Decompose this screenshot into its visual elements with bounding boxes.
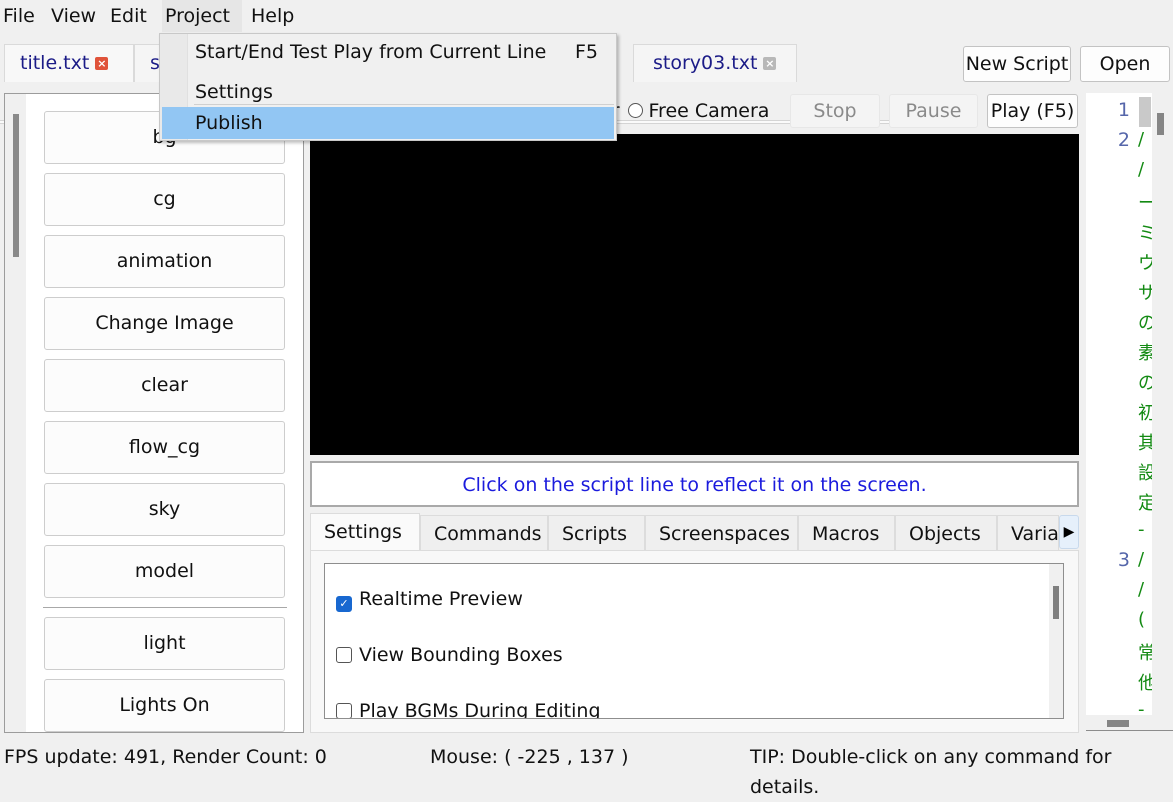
close-icon[interactable]: × (763, 57, 777, 70)
checkbox-icon[interactable] (336, 703, 352, 718)
play-button[interactable]: Play (F5) (987, 94, 1078, 128)
command-group-divider (43, 607, 287, 608)
code-char: 其 (1138, 433, 1152, 454)
tab-scroll-right-button[interactable]: ▶ (1059, 515, 1079, 549)
free-camera-radio[interactable]: Free Camera (627, 100, 770, 122)
line-number: 1 (1117, 99, 1130, 121)
command-palette-panel: bg cg animation Change Image clear flow_… (4, 93, 304, 733)
menu-item-settings[interactable]: Settings (162, 76, 614, 108)
option-label: Realtime Preview (359, 588, 523, 610)
line-number: 3 (1117, 549, 1130, 571)
command-button-flow-cg[interactable]: flow_cg (44, 421, 285, 474)
code-char: / (1138, 549, 1145, 570)
settings-options-list: ✓ Realtime Preview View Bounding Boxes Pl… (324, 563, 1064, 719)
tab-label: story03.txt (653, 52, 758, 74)
new-script-button[interactable]: New Script (963, 46, 1071, 82)
status-bar: FPS update: 491, Render Count: 0 Mouse: … (0, 742, 1173, 798)
code-char: ( (1138, 609, 1146, 630)
code-char: / (1138, 159, 1145, 180)
script-editor-pane[interactable]: 1 2 3 / / ー ミ ウ サ の 素 の 初 其 設 定 - / / ( … (1086, 93, 1173, 733)
command-button-lights-on[interactable]: Lights On (44, 679, 285, 732)
bottom-tab-bar: Settings Commands Scripts Screenspaces M… (310, 513, 1079, 551)
menu-item-test-play[interactable]: Start/End Test Play from Current Line F5 (162, 36, 614, 68)
fps-status: FPS update: 491, Render Count: 0 (4, 746, 327, 768)
code-char: ミ (1138, 223, 1152, 244)
option-label: View Bounding Boxes (359, 644, 563, 666)
command-button-animation[interactable]: animation (44, 235, 285, 288)
script-text-area[interactable]: 1 2 3 / / ー ミ ウ サ の 素 の 初 其 設 定 - / / ( … (1086, 93, 1152, 715)
triangle-right-icon: ▶ (1063, 524, 1075, 540)
menu-bar: File View Edit Project Help (0, 0, 1173, 32)
checkbox-icon[interactable] (336, 647, 352, 663)
camera-mode-options: erFree Camera (600, 94, 769, 128)
menu-view[interactable]: View (48, 0, 99, 32)
command-button-model[interactable]: model (44, 545, 285, 598)
realtime-preview-option[interactable]: ✓ Realtime Preview (336, 586, 523, 612)
tab-title-txt[interactable]: title.txt × (4, 44, 134, 82)
project-dropdown-menu: Start/End Test Play from Current Line F5… (159, 33, 617, 141)
tab-settings[interactable]: Settings (310, 513, 420, 551)
pause-button[interactable]: Pause (889, 94, 978, 128)
option-label: Play BGMs During Editing (359, 700, 601, 719)
code-char: 素 (1138, 343, 1152, 364)
code-char: 他 (1138, 673, 1152, 694)
scene-preview-canvas[interactable] (310, 134, 1079, 455)
scrollbar-thumb[interactable] (1053, 586, 1059, 619)
command-button-light[interactable]: light (44, 617, 285, 670)
shortcut-label: F5 (574, 41, 598, 63)
code-char: ー (1138, 193, 1152, 214)
code-char: 常 (1138, 643, 1152, 664)
menu-help[interactable]: Help (248, 0, 297, 32)
command-button-sky[interactable]: sky (44, 483, 285, 536)
tab-objects[interactable]: Objects (895, 515, 997, 551)
tab-macros[interactable]: Macros (798, 515, 895, 551)
pane-border (1086, 730, 1173, 731)
line-number: 2 (1117, 129, 1130, 151)
tab-label: title.txt (20, 52, 90, 74)
command-button-clear[interactable]: clear (44, 359, 285, 412)
vertical-scrollbar[interactable] (1049, 564, 1063, 718)
stop-button[interactable]: Stop (790, 94, 880, 128)
menu-item-publish[interactable]: Publish (162, 107, 614, 139)
command-button-cg[interactable]: cg (44, 173, 285, 226)
tab-commands[interactable]: Commands (420, 515, 548, 551)
menu-item-label: Start/End Test Play from Current Line (195, 41, 547, 63)
preview-hint: Click on the script line to reflect it o… (310, 461, 1079, 507)
tab-screenspaces[interactable]: Screenspaces (645, 515, 798, 551)
code-char: ウ (1138, 253, 1152, 274)
code-char: 定 (1138, 493, 1152, 514)
command-button-change-image[interactable]: Change Image (44, 297, 285, 350)
code-char: 初 (1138, 403, 1152, 424)
code-char: サ (1138, 283, 1152, 304)
close-icon[interactable]: × (95, 57, 109, 70)
tab-scripts[interactable]: Scripts (548, 515, 645, 551)
code-char: の (1138, 313, 1152, 334)
mouse-position-status: Mouse: ( -225 , 137 ) (430, 746, 629, 768)
radio-icon[interactable] (627, 103, 643, 118)
tab-story03-txt[interactable]: story03.txt × (633, 44, 797, 82)
tab-variables[interactable]: Varia (997, 515, 1059, 551)
code-char: / (1138, 129, 1145, 150)
vertical-scrollbar-thumb[interactable] (1157, 113, 1164, 135)
play-bgms-option[interactable]: Play BGMs During Editing (336, 698, 601, 719)
horizontal-scrollbar-thumb[interactable] (1107, 720, 1129, 727)
menu-project[interactable]: Project (162, 0, 242, 32)
checkbox-checked-icon[interactable]: ✓ (336, 596, 352, 612)
code-char: - (1138, 519, 1145, 540)
view-bounding-boxes-option[interactable]: View Bounding Boxes (336, 642, 563, 668)
code-char: 設 (1138, 463, 1152, 484)
free-camera-label: Free Camera (648, 100, 770, 122)
vertical-scrollbar[interactable] (5, 94, 26, 732)
code-char: - (1138, 699, 1145, 715)
menu-file[interactable]: File (0, 0, 38, 32)
scrollbar-thumb[interactable] (13, 114, 19, 257)
code-char: / (1138, 579, 1145, 600)
current-line-highlight (1139, 97, 1151, 127)
code-char: の (1138, 373, 1152, 394)
menu-edit[interactable]: Edit (107, 0, 150, 32)
open-button[interactable]: Open (1080, 46, 1170, 82)
tip-status: TIP: Double-click on any command for det… (750, 746, 1112, 798)
